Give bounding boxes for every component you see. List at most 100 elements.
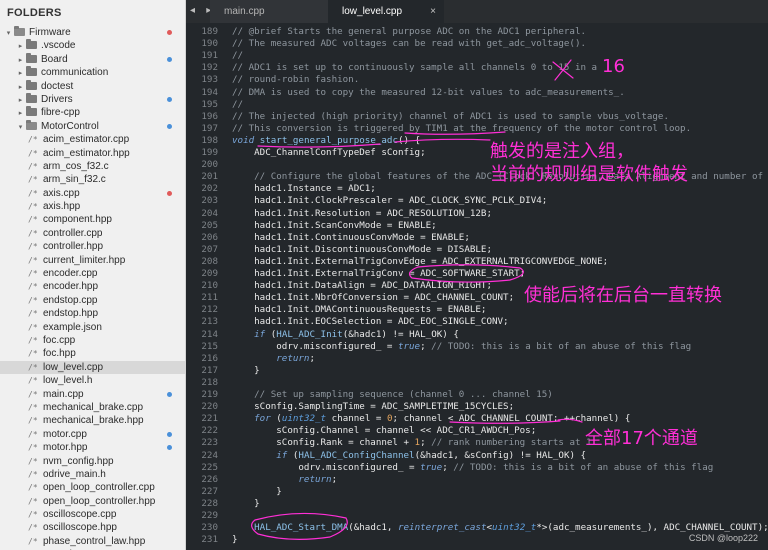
folder-item[interactable]: ▾ Firmware (0, 26, 185, 39)
code-line[interactable]: // This conversion is triggered by TIM1 … (232, 123, 691, 134)
file-item[interactable]: /* endstop.cpp (0, 294, 185, 307)
file-item[interactable]: /* current_limiter.hpp (0, 254, 185, 267)
chevron-right-icon[interactable]: ▸ (16, 54, 25, 67)
code-token: hadc1.Init.NbrOfConversion = ADC_CHANNEL… (232, 292, 515, 304)
code-line[interactable]: // ADC1 is set up to continuously sample… (232, 62, 597, 73)
code-line[interactable]: return; (232, 353, 315, 364)
file-item[interactable]: /* foc.hpp (0, 347, 185, 360)
sidebar-title: FOLDERS (7, 7, 62, 19)
code-line[interactable]: // (232, 50, 243, 61)
code-line[interactable]: hadc1.Init.EOCSelection = ADC_EOC_SINGLE… (232, 316, 508, 327)
code-line[interactable]: hadc1.Init.ScanConvMode = ENABLE; (232, 220, 437, 231)
chevron-right-icon[interactable]: ▸ (16, 40, 25, 53)
chevron-right-icon[interactable]: ▸ (16, 81, 25, 94)
file-icon: /* (28, 242, 38, 252)
code-line[interactable]: for (uint32_t channel = 0; channel < ADC… (232, 413, 630, 424)
code-line[interactable]: hadc1.Init.DMAContinuousRequests = ENABL… (232, 304, 486, 315)
file-item[interactable]: /* open_loop_controller.hpp (0, 495, 185, 508)
code-line[interactable]: return; (232, 474, 337, 485)
file-item[interactable]: /* component.hpp (0, 213, 185, 226)
folder-item[interactable]: ▸ Board (0, 52, 185, 67)
file-item[interactable]: /* arm_cos_f32.c (0, 160, 185, 173)
code-line[interactable]: hadc1.Instance = ADC1; (232, 183, 376, 194)
folder-item[interactable]: ▸ fibre-cpp (0, 106, 185, 119)
code-line[interactable]: odrv.misconfigured_ = true; // TODO: thi… (232, 341, 691, 352)
chevron-right-icon[interactable]: ▸ (16, 107, 25, 120)
file-item[interactable]: /* controller.cpp (0, 227, 185, 240)
file-item[interactable]: /* acim_estimator.cpp (0, 133, 185, 146)
file-item[interactable]: /* mechanical_brake.cpp (0, 401, 185, 414)
file-item[interactable]: /* odrive_main.h (0, 468, 185, 481)
code-line[interactable]: odrv.misconfigured_ = true; // TODO: thi… (232, 462, 713, 473)
tree-item-label: oscilloscope.cpp (43, 509, 117, 521)
tree-item-label: mechanical_brake.cpp (43, 401, 144, 413)
folder-icon (26, 106, 37, 117)
tab-low-level-cpp[interactable]: low_level.cpp × (328, 0, 444, 23)
file-item[interactable]: /* arm_sin_f32.c (0, 173, 185, 186)
file-item[interactable]: /* controller.hpp (0, 240, 185, 253)
folder-item[interactable]: ▸ doctest (0, 79, 185, 94)
code-line[interactable]: // DMA is used to copy the measured 12-b… (232, 87, 625, 98)
code-line[interactable]: // round-robin fashion. (232, 74, 359, 85)
code-line[interactable]: ADC_ChannelConfTypeDef sConfig; (232, 147, 425, 158)
chevron-right-icon[interactable]: ▸ (16, 67, 25, 80)
file-item[interactable]: /* low_level.h (0, 374, 185, 387)
code-line[interactable]: hadc1.Init.Resolution = ADC_RESOLUTION_1… (232, 208, 492, 219)
file-item[interactable]: /* open_loop_controller.cpp (0, 481, 185, 494)
file-item[interactable]: /* oscilloscope.cpp (0, 508, 185, 521)
file-item[interactable]: /* acim_estimator.hpp (0, 147, 185, 160)
code-line[interactable]: // The injected (high priority) channel … (232, 111, 669, 122)
code-line[interactable]: hadc1.Init.DataAlign = ADC_DATAALIGN_RIG… (232, 280, 492, 291)
file-item[interactable]: /* encoder.hpp (0, 280, 185, 293)
code-line[interactable]: } (232, 534, 238, 545)
file-item[interactable]: /* low_level.cpp (0, 360, 185, 375)
folder-item[interactable]: ▸ .vscode (0, 39, 185, 52)
code-line[interactable]: } (232, 498, 260, 509)
close-icon[interactable]: × (430, 0, 436, 23)
chevron-down-icon[interactable]: ▾ (16, 121, 25, 134)
file-item[interactable]: /* nvm_config.hpp (0, 455, 185, 468)
folder-item[interactable]: ▸ communication (0, 66, 185, 79)
chevron-down-icon[interactable]: ▾ (4, 27, 13, 40)
code-line[interactable]: HAL_ADC_Start_DMA(&hadc1, reinterpret_ca… (232, 522, 768, 533)
file-item[interactable]: /* mechanical_brake.hpp (0, 414, 185, 427)
folder-icon (14, 26, 25, 36)
code-line[interactable]: // Set up sampling sequence (channel 0 .… (232, 389, 553, 400)
code-line[interactable]: hadc1.Init.ContinuousConvMode = ENABLE; (232, 232, 470, 243)
code-line[interactable]: hadc1.Init.DiscontinuousConvMode = DISAB… (232, 244, 492, 255)
code-line[interactable]: sConfig.Channel = channel << ADC_CR1_AWD… (232, 425, 536, 436)
file-item[interactable]: /* endstop.hpp (0, 307, 185, 320)
tab-main-cpp[interactable]: main.cpp (210, 0, 328, 23)
code-line[interactable]: hadc1.Init.NbrOfConversion = ADC_CHANNEL… (232, 292, 514, 303)
code-line[interactable]: sConfig.Rank = channel + 1; // rank numb… (232, 437, 591, 448)
code-token: uint32_t (281, 413, 327, 425)
modified-dot (167, 431, 172, 437)
folder-item[interactable]: ▾ MotorControl (0, 119, 185, 134)
code-line[interactable]: hadc1.Init.ClockPrescaler = ADC_CLOCK_SY… (232, 195, 547, 206)
code-line[interactable]: sConfig.SamplingTime = ADC_SAMPLETIME_15… (232, 401, 514, 412)
code-line[interactable]: // (232, 99, 243, 110)
code-line[interactable]: } (232, 365, 260, 376)
code-line[interactable]: // The measured ADC voltages can be read… (232, 38, 586, 49)
chevron-right-icon[interactable]: ▸ (16, 94, 25, 107)
file-item[interactable]: /* motor.hpp (0, 441, 185, 454)
file-item[interactable]: /* foc.cpp (0, 334, 185, 347)
code-line[interactable]: hadc1.Init.ExternalTrigConvEdge = ADC_EX… (232, 256, 608, 267)
code-line[interactable]: if (HAL_ADC_Init(&hadc1) != HAL_OK) { (232, 329, 459, 340)
code-line[interactable]: if (HAL_ADC_ConfigChannel(&hadc1, &sConf… (232, 450, 586, 461)
file-item[interactable]: /* main.cpp (0, 388, 185, 401)
file-item[interactable]: /* oscilloscope.hpp (0, 521, 185, 534)
tree-item-label: acim_estimator.cpp (43, 134, 130, 146)
file-item[interactable]: /* phase_control_law.hpp (0, 535, 185, 548)
code-line[interactable]: // @brief Starts the general purpose ADC… (232, 26, 586, 37)
file-item[interactable]: /* motor.cpp (0, 428, 185, 441)
file-item[interactable]: /* axis.hpp (0, 200, 185, 213)
file-item[interactable]: /* example.json (0, 321, 185, 334)
code-line[interactable]: } (232, 486, 282, 497)
file-item[interactable]: /* axis.cpp (0, 187, 185, 200)
code-line[interactable]: void start_general_purpose_adc() { (232, 135, 420, 146)
folder-item[interactable]: ▸ Drivers (0, 92, 185, 107)
file-item[interactable]: /* encoder.cpp (0, 267, 185, 280)
code-line[interactable]: hadc1.Init.ExternalTrigConv = ADC_SOFTWA… (232, 268, 525, 279)
